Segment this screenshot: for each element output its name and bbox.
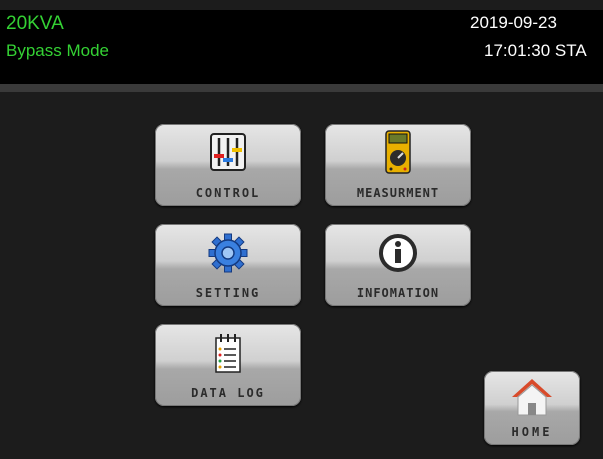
measurement-button[interactable]: MEASURMENT xyxy=(325,124,471,206)
datalog-button[interactable]: DATA LOG xyxy=(155,324,301,406)
control-label: CONTROL xyxy=(195,186,261,200)
house-icon xyxy=(512,379,552,416)
gear-icon xyxy=(208,233,248,273)
time-status-label: 17:01:30 STA xyxy=(484,41,587,60)
multimeter-icon xyxy=(385,130,411,174)
ups-screen: 20KVA Bypass Mode 2019-09-23 17:01:30 ST… xyxy=(0,0,603,459)
model-label: 20KVA xyxy=(6,13,64,34)
setting-label: SETTING xyxy=(195,286,261,300)
mode-label: Bypass Mode xyxy=(6,41,109,60)
information-label: INFOMATION xyxy=(356,286,440,300)
datalog-label: DATA LOG xyxy=(191,386,265,400)
setting-button[interactable]: SETTING xyxy=(155,224,301,306)
measurement-label: MEASURMENT xyxy=(356,186,440,200)
notepad-icon xyxy=(215,334,241,373)
information-button[interactable]: INFOMATION xyxy=(325,224,471,306)
home-label: HOME xyxy=(511,425,553,439)
date-label: 2019-09-23 xyxy=(470,13,557,32)
home-button[interactable]: HOME xyxy=(484,371,580,445)
control-button[interactable]: CONTROL xyxy=(155,124,301,206)
mixer-sliders-icon xyxy=(210,133,246,171)
header-divider xyxy=(0,84,603,92)
info-icon xyxy=(379,234,417,272)
